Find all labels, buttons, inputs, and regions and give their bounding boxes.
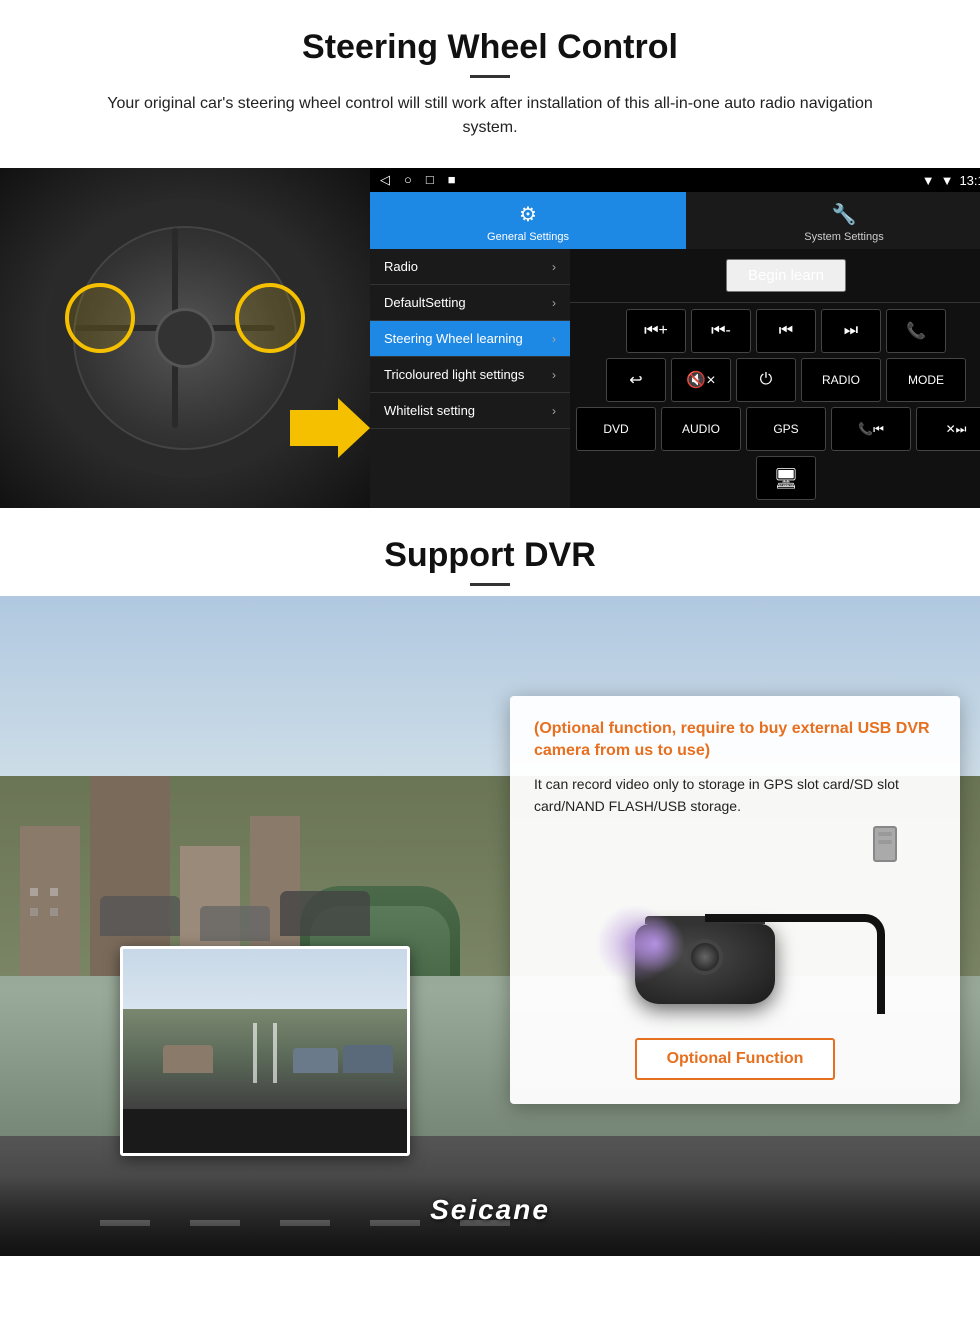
controls-row-4: 🖥 [576, 456, 980, 500]
seicane-brand-logo: Seicane [430, 1194, 550, 1226]
ctrl-back[interactable]: ↩ [606, 358, 666, 402]
dvr-title: Support DVR [40, 536, 940, 575]
begin-learn-button[interactable]: Begin learn [726, 259, 846, 292]
dvr-description: It can record video only to storage in G… [534, 773, 936, 818]
steering-wheel-image [0, 168, 370, 508]
menu-items-list: Radio › DefaultSetting › Steering Wheel … [370, 249, 570, 508]
menu-defaultsetting-label: DefaultSetting [384, 295, 466, 310]
controls-grid: ⏮+ ⏮- ⏮ ⏭ 📞 ↩ 🔇× ⏻ RADIO MODE [570, 303, 980, 506]
ctrl-phone-prev[interactable]: 📞⏮ [831, 407, 911, 451]
dvr-optional-notice: (Optional function, require to buy exter… [534, 718, 936, 763]
ctrl-audio[interactable]: AUDIO [661, 407, 741, 451]
signal-icon: ▼ [922, 173, 935, 188]
general-settings-label: General Settings [487, 231, 569, 243]
ctrl-prev[interactable]: ⏮ [756, 309, 816, 353]
menu-icon[interactable]: ■ [448, 172, 456, 188]
optional-function-button[interactable]: Optional Function [635, 1038, 836, 1080]
ctrl-gps[interactable]: GPS [746, 407, 826, 451]
ctrl-vol-up[interactable]: ⏮+ [626, 309, 686, 353]
controls-row-2: ↩ 🔇× ⏻ RADIO MODE [576, 358, 980, 402]
ctrl-next[interactable]: ⏭ [821, 309, 881, 353]
dvr-divider [470, 583, 510, 586]
dvr-section: Support DVR [0, 508, 980, 1256]
menu-radio-label: Radio [384, 259, 418, 274]
status-bar: ◁ ○ □ ■ ▼ ▼ 13:13 [370, 168, 980, 192]
header-divider [470, 75, 510, 78]
dvr-device-illustration [575, 834, 895, 1014]
ctrl-radio[interactable]: RADIO [801, 358, 881, 402]
left-highlight-circle [65, 283, 135, 353]
menu-item-whitelist[interactable]: Whitelist setting › [370, 393, 570, 429]
preview-road [123, 1009, 407, 1109]
nav-icons: ◁ ○ □ ■ [380, 172, 456, 188]
menu-tricoloured-label: Tricoloured light settings [384, 367, 524, 382]
ctrl-phone[interactable]: 📞 [886, 309, 946, 353]
steering-wheel-bg [0, 168, 370, 508]
controls-row-3: DVD AUDIO GPS 📞⏮ ✕⏭ [576, 407, 980, 451]
status-time: 13:13 [959, 173, 980, 188]
ctrl-whitelist[interactable]: 🖥 [756, 456, 816, 500]
menu-item-radio[interactable]: Radio › [370, 249, 570, 285]
android-ui-panel: ◁ ○ □ ■ ▼ ▼ 13:13 ⚙ General Settings 🔧 S… [370, 168, 980, 508]
page-title: Steering Wheel Control [40, 28, 940, 67]
chevron-icon: › [552, 260, 556, 274]
menu-item-steering-learning[interactable]: Steering Wheel learning › [370, 321, 570, 357]
back-icon[interactable]: ◁ [380, 172, 390, 188]
chevron-icon-2: › [552, 296, 556, 310]
system-settings-icon: 🔧 [832, 202, 857, 227]
steering-subtitle: Your original car's steering wheel contr… [80, 92, 900, 140]
controls-row-1: ⏮+ ⏮- ⏮ ⏭ 📞 [576, 309, 980, 353]
preview-sky [123, 949, 407, 1009]
recent-icon[interactable]: □ [426, 172, 434, 188]
dvr-info-box: (Optional function, require to buy exter… [510, 696, 960, 1104]
ctrl-mode[interactable]: MODE [886, 358, 966, 402]
ctrl-mute[interactable]: 🔇× [671, 358, 731, 402]
begin-learn-row: Begin learn [570, 249, 980, 303]
dvr-recording-preview [120, 946, 410, 1156]
chevron-icon-4: › [552, 368, 556, 382]
menu-item-defaultsetting[interactable]: DefaultSetting › [370, 285, 570, 321]
ctrl-vol-down[interactable]: ⏮- [691, 309, 751, 353]
left-menu: Radio › DefaultSetting › Steering Wheel … [370, 249, 570, 508]
steering-section-header: Steering Wheel Control Your original car… [0, 0, 980, 150]
general-settings-tab[interactable]: ⚙ General Settings [370, 192, 686, 249]
right-highlight-circle [235, 283, 305, 353]
home-icon[interactable]: ○ [404, 172, 412, 188]
right-control-panel: Begin learn ⏮+ ⏮- ⏮ ⏭ 📞 ↩ 🔇× [570, 249, 980, 508]
system-settings-tab[interactable]: 🔧 System Settings [686, 192, 980, 249]
settings-tabs: ⚙ General Settings 🔧 System Settings [370, 192, 980, 249]
steering-demo-area: ◁ ○ □ ■ ▼ ▼ 13:13 ⚙ General Settings 🔧 S… [0, 168, 980, 508]
chevron-icon-5: › [552, 404, 556, 418]
ctrl-power[interactable]: ⏻ [736, 358, 796, 402]
ctrl-phone-next[interactable]: ✕⏭ [916, 407, 980, 451]
preview-dash [123, 1109, 407, 1156]
menu-item-tricoloured[interactable]: Tricoloured light settings › [370, 357, 570, 393]
menu-whitelist-label: Whitelist setting [384, 403, 475, 418]
general-settings-icon: ⚙ [519, 202, 537, 227]
direction-arrow [290, 398, 370, 458]
ctrl-dvd[interactable]: DVD [576, 407, 656, 451]
menu-steering-learning-label: Steering Wheel learning [384, 331, 523, 346]
android-content: Radio › DefaultSetting › Steering Wheel … [370, 249, 980, 508]
chevron-icon-3: › [552, 332, 556, 346]
dvr-header: Support DVR [0, 508, 980, 596]
dvr-background: (Optional function, require to buy exter… [0, 596, 980, 1256]
system-settings-label: System Settings [804, 231, 883, 243]
wifi-icon: ▼ [941, 173, 954, 188]
